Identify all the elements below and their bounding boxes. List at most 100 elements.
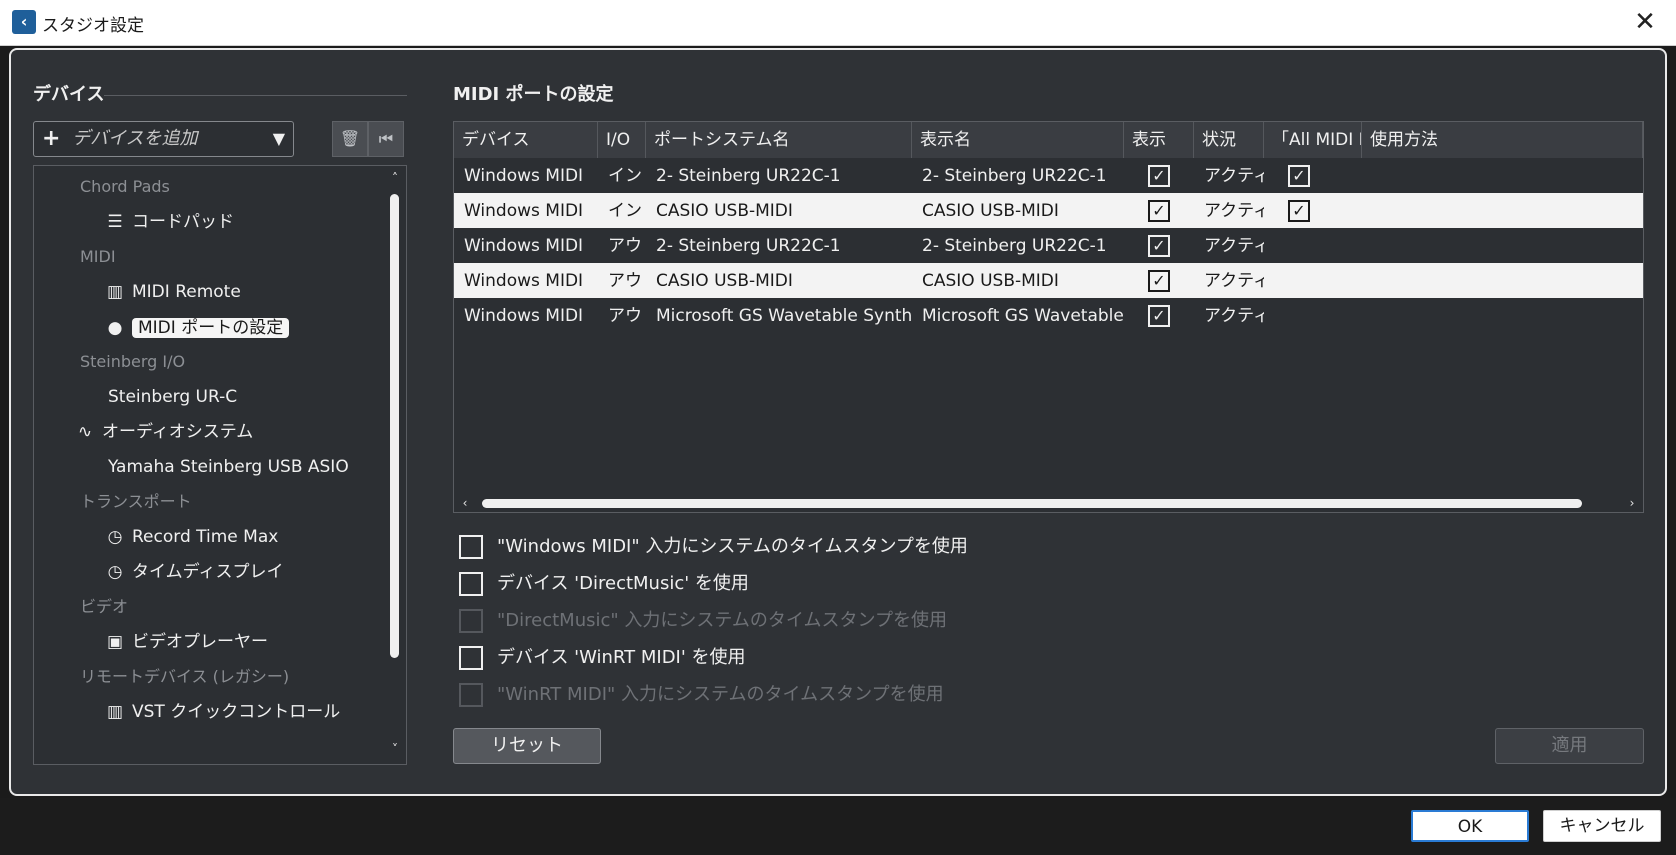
column-header[interactable]: 使用方法 [1362,122,1643,158]
table-cell: CASIO USB-MIDI [922,201,1059,221]
tree-category: ビデオ [80,590,128,624]
show-checkbox[interactable]: ✓ [1148,235,1170,257]
table-cell: アウト [608,306,646,326]
midi-port-section-title: MIDI ポートの設定 [453,84,614,105]
checkbox[interactable] [459,572,483,596]
scroll-down-icon[interactable]: ˅ [386,741,404,757]
tree-item[interactable]: ☰ コードパッド [102,205,234,239]
tree-item[interactable]: ◷ Record Time Max [102,520,279,554]
option-label: デバイス 'DirectMusic' を使用 [497,573,749,594]
table-cell [1362,158,1643,195]
tree-item-label: オーディオシステム [102,422,254,442]
table-cell [1362,263,1643,300]
table-cell: 2- Steinberg UR22C-1 [922,166,1107,186]
option-label: "Windows MIDI" 入力にシステムのタイムスタンプを使用 [497,536,968,557]
table-cell: 2- Steinberg UR22C-1 [656,166,841,186]
title-bar: ‹ スタジオ設定 ✕ [0,0,1676,46]
add-device-dropdown[interactable]: + デバイスを追加 ▼ [33,121,294,157]
scroll-right-icon[interactable]: › [1623,494,1641,512]
option-checkbox-row[interactable]: デバイス 'WinRT MIDI' を使用 [459,643,746,673]
table-cell: アクティブ [1204,271,1264,291]
table-row[interactable]: Windows MIDI イン CASIO USB-MIDI CASIO USB-MI… [454,193,1643,230]
all-midi-checkbox[interactable]: ✓ [1288,165,1310,187]
tree-category-label: リモートデバイス (レガシー) [80,667,290,686]
clock-icon: ◷ [107,527,123,547]
tree-category-label: MIDI [80,247,116,266]
option-checkbox-row[interactable]: デバイス 'DirectMusic' を使用 [459,569,749,599]
reset-button[interactable]: リセット [453,728,601,764]
add-device-label: デバイスを追加 [72,128,198,149]
tree-item[interactable]: ◷ タイムディスプレイ [102,555,284,589]
table-hscrollbar[interactable]: ‹ › [454,494,1643,512]
show-checkbox[interactable]: ✓ [1148,270,1170,292]
table-cell: アウト [608,271,646,291]
table-cell: Windows MIDI [464,271,584,291]
clock-icon: ◷ [107,562,123,582]
column-header[interactable]: ポートシステム名 [646,122,912,158]
column-header[interactable]: 「All MIDI I [1264,122,1362,158]
tree-category-label: Chord Pads [80,177,170,196]
table-row[interactable]: Windows MIDI イン 2- Steinberg UR22C-1 2- Ste… [454,158,1643,195]
table-cell: Windows MIDI [464,166,584,186]
table-cell [1362,298,1643,335]
midi-remote-icon: ▥ [106,702,124,722]
option-label: "DirectMusic" 入力にシステムのタイムスタンプを使用 [497,610,947,631]
column-header[interactable]: I/O [598,122,646,158]
scroll-left-icon[interactable]: ‹ [456,494,474,512]
all-midi-checkbox[interactable]: ✓ [1288,200,1310,222]
table-row[interactable]: Windows MIDI アウト Microsoft GS Wavetable Sy… [454,298,1643,335]
column-header[interactable]: 表示 [1124,122,1194,158]
tree-item[interactable]: ▣ ビデオプレーヤー [102,625,268,659]
midi-remote-icon: ▥ [106,282,124,302]
show-checkbox[interactable]: ✓ [1148,165,1170,187]
table-cell: アクティブ [1204,201,1264,221]
option-label: "WinRT MIDI" 入力にシステムのタイムスタンプを使用 [497,684,944,705]
option-checkbox-row[interactable]: "Windows MIDI" 入力にシステムのタイムスタンプを使用 [459,532,968,562]
tree-category: MIDI [80,240,116,274]
table-cell: 2- Steinberg UR22C-1 [656,236,841,256]
checkbox[interactable] [459,646,483,670]
tree-item-label: Steinberg UR-C [108,387,238,407]
table-cell: イン [608,201,642,221]
close-icon[interactable]: ✕ [1628,6,1662,40]
show-checkbox[interactable]: ✓ [1148,200,1170,222]
table-cell [1362,193,1643,230]
tree-item-label: ビデオプレーヤー [132,632,268,652]
table-cell: Windows MIDI [464,306,584,326]
table-cell: アウト [608,236,646,256]
column-header[interactable]: 表示名 [912,122,1124,158]
checkbox[interactable] [459,535,483,559]
column-header[interactable]: デバイス [454,122,598,158]
device-tree: Chord Pads ☰ コードパッド MIDI ▥ MIDI Remote ● MIDI ポ… [33,165,407,765]
table-row[interactable]: Windows MIDI アウト 2- Steinberg UR22C-1 2- St… [454,228,1643,265]
table-row[interactable]: Windows MIDI アウト CASIO USB-MIDI CASIO USB-M… [454,263,1643,300]
show-checkbox[interactable]: ✓ [1148,305,1170,327]
tree-item[interactable]: Yamaha Steinberg USB ASIO [108,450,349,484]
column-header[interactable]: 状況 [1194,122,1264,158]
window-title: スタジオ設定 [42,16,144,36]
ok-button[interactable]: OK [1411,810,1529,842]
trash-icon[interactable]: 🗑 [332,121,368,157]
tree-item[interactable]: ∿ オーディオシステム [72,415,253,449]
tree-category-label: トランスポート [80,492,192,511]
tree-item-label: コードパッド [132,212,234,232]
tree-item[interactable]: ● MIDI ポートの設定 [102,310,290,344]
tree-item-label: タイムディスプレイ [132,562,284,582]
scroll-up-icon[interactable]: ˄ [386,170,404,186]
midi-port-icon: ● [107,318,123,338]
tree-item[interactable]: ▥ VST クイックコントロール [102,695,340,729]
plus-icon: + [42,126,61,151]
tree-item[interactable]: Steinberg UR-C [108,380,237,414]
film-icon: ▣ [106,632,124,652]
chevron-down-icon: ▼ [272,129,285,148]
tree-item[interactable]: ▥ MIDI Remote [102,275,241,309]
cubase-logo-icon: ‹ [12,10,36,34]
table-hscrollbar-thumb[interactable] [482,499,1582,508]
tree-scrollbar-thumb[interactable] [390,194,399,658]
checkbox [459,609,483,633]
apply-button[interactable]: 適用 [1495,728,1644,764]
cancel-button[interactable]: キャンセル [1543,810,1661,842]
audio-waveform-icon: ∿ [77,422,93,442]
table-header: デバイス I/O ポートシステム名 表示名 表示 状況 「All MIDI I 使用方法 [454,122,1643,158]
reset-all-icon[interactable]: ⏮ [368,121,404,157]
